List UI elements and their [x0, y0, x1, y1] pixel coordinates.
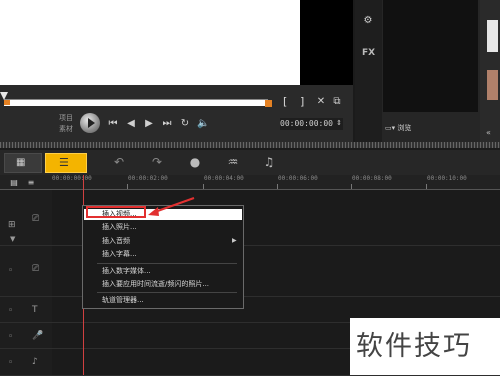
thumbnail[interactable] [487, 20, 498, 52]
overlay-track-icon: ⎚ [32, 264, 40, 274]
library-thumbnails: « [480, 0, 500, 148]
browse-button[interactable]: ▭▾ 浏览 [385, 122, 475, 135]
mark-out-button[interactable]: ] [300, 95, 304, 108]
storyboard-view-button[interactable]: ▦ [4, 153, 42, 173]
title-track-icon: T [32, 305, 38, 315]
menu-separator [97, 292, 237, 293]
ruler-tick [426, 184, 427, 189]
track-visibility-icon[interactable]: ⊞ [8, 220, 16, 230]
menu-insert-title[interactable]: 插入字幕... [84, 249, 242, 260]
track-visibility-icon[interactable]: ◦ [8, 332, 13, 342]
fx-button[interactable]: FX [362, 48, 375, 58]
scrubber-start-marker[interactable] [4, 100, 10, 105]
record-capture-icon[interactable]: ● [184, 153, 206, 171]
track-visibility-icon[interactable]: ◦ [8, 358, 13, 368]
copy-icon[interactable]: ⧉ [331, 96, 343, 108]
timecode-value: 00:00:00:00 [280, 119, 333, 128]
timecode-display[interactable]: 00:00:00:00 [280, 118, 343, 130]
overlay-track[interactable]: ◦ ⎚ [0, 246, 500, 297]
timecode-spinner-icon[interactable]: ⇕ [335, 117, 343, 129]
play-button[interactable] [80, 113, 100, 133]
timeline-icon: ☰ [59, 156, 69, 169]
video-track[interactable]: ⊞ ⎚ ▼ [0, 190, 500, 246]
video-track-icon: ⎚ [32, 214, 40, 224]
submenu-arrow-icon: ▶ [232, 237, 237, 244]
ruler-tick [351, 184, 352, 189]
collapse-icon[interactable]: « [486, 128, 491, 137]
track-view-icon[interactable]: ▤ [9, 177, 19, 189]
repeat-icon[interactable]: ↻ [179, 118, 191, 130]
next-frame-icon[interactable]: ▶ [143, 118, 155, 130]
volume-icon[interactable]: 🔈 [197, 118, 209, 130]
ruler-tick-label: 00:00:00:00 [52, 175, 92, 182]
home-icon[interactable]: ⏮ [107, 118, 119, 130]
annotation-arrow-icon [148, 197, 195, 216]
thumbnail[interactable] [487, 70, 498, 100]
mode-clip-label[interactable]: 素材 [59, 124, 73, 134]
cut-icon[interactable]: ✕ [315, 96, 327, 108]
ruler-tick-label: 00:00:10:00 [427, 175, 467, 182]
menu-insert-audio[interactable]: 插入音频 [84, 236, 242, 247]
end-icon[interactable]: ⏭ [161, 118, 173, 130]
music-track-icon: ♪ [32, 357, 38, 367]
panel-splitter[interactable] [0, 142, 500, 148]
ruler-tick-label: 00:00:06:00 [278, 175, 318, 182]
menu-separator [97, 263, 237, 264]
folder-icon: ▭▾ [385, 124, 398, 132]
library-content [383, 0, 478, 112]
ruler-tick [277, 184, 278, 189]
ruler-tick [127, 184, 128, 189]
menu-track-manager[interactable]: 轨道管理器... [84, 295, 242, 306]
context-menu: 插入视频... 插入照片... 插入音频 插入字幕... 插入数字媒体... 插… [82, 205, 244, 309]
ruler-tick [203, 184, 204, 189]
transition-icon[interactable]: ⚙ [360, 15, 376, 27]
highlight-box [86, 206, 146, 218]
ruler-tick-label: 00:00:04:00 [204, 175, 244, 182]
preview-letterbox [300, 0, 353, 85]
browse-label: 浏览 [397, 124, 412, 132]
zoom-icon[interactable]: ≡ [26, 177, 36, 189]
mark-in-button[interactable]: [ [283, 95, 287, 108]
track-visibility-icon[interactable]: ◦ [8, 266, 13, 276]
prev-frame-icon[interactable]: ◀ [125, 118, 137, 130]
filmstrip-icon: ▦ [16, 157, 26, 168]
audio-mixer-icon[interactable]: ♒ [222, 153, 244, 171]
track-visibility-icon[interactable]: ◦ [8, 306, 13, 316]
mode-project-label[interactable]: 项目 [59, 113, 73, 123]
ruler-tick-label: 00:00:02:00 [128, 175, 168, 182]
menu-insert-photo[interactable]: 插入照片... [84, 222, 242, 233]
auto-music-icon[interactable]: ♫ [258, 153, 280, 171]
menu-insert-timelapse-photos[interactable]: 插入要应用时间流逝/频闪的照片... [84, 279, 242, 290]
scrubber-end-marker[interactable] [265, 100, 272, 107]
preview-screen [0, 0, 300, 85]
scrubber-handle-icon[interactable] [0, 92, 8, 100]
watermark-text: 软件技巧 [356, 331, 472, 362]
undo-icon[interactable]: ↶ [108, 153, 130, 171]
timeline-view-button[interactable]: ☰ [45, 153, 87, 173]
scrubber-track[interactable] [4, 99, 268, 106]
expand-track-icon[interactable]: ▼ [10, 235, 15, 243]
voice-track-icon: 🎤 [32, 331, 44, 341]
ruler-tick-label: 00:00:08:00 [352, 175, 392, 182]
menu-insert-digital-media[interactable]: 插入数字媒体... [84, 266, 242, 277]
redo-icon[interactable]: ↷ [146, 153, 168, 171]
